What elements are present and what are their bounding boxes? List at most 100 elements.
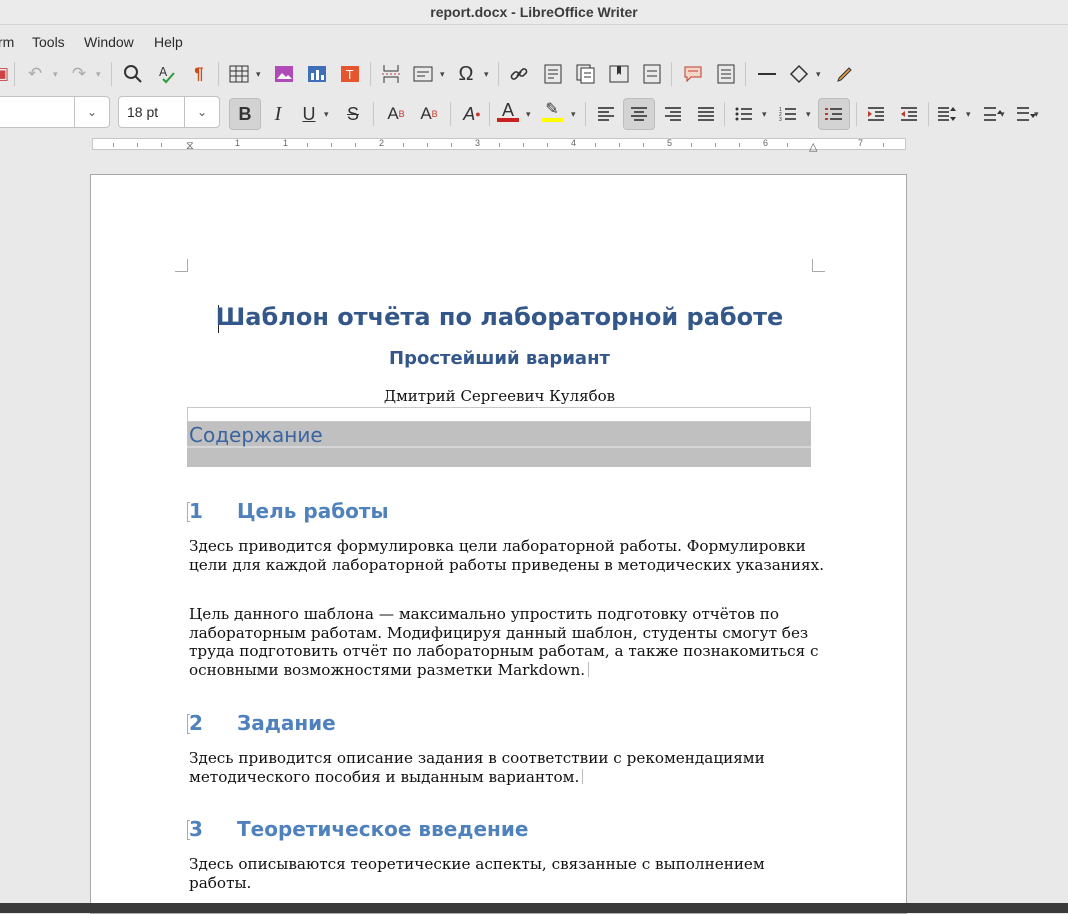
menu-window[interactable]: Window bbox=[84, 34, 134, 50]
font-color-dropdown-icon[interactable]: ▾ bbox=[526, 109, 531, 120]
spacing-below-dropdown-icon[interactable]: ▾ bbox=[1034, 109, 1039, 120]
ruler-right-indent-marker[interactable]: △ bbox=[809, 140, 817, 153]
underline-dropdown-icon[interactable]: ▾ bbox=[324, 109, 329, 120]
font-size-combo[interactable]: 18 pt ⌄ bbox=[118, 96, 220, 128]
justify-icon[interactable] bbox=[693, 101, 719, 127]
ruler-indent-marker[interactable]: ⧖ bbox=[186, 140, 194, 153]
font-color-icon[interactable]: A bbox=[495, 99, 521, 125]
unordered-list-icon[interactable] bbox=[731, 101, 757, 127]
ruler-number: 1 bbox=[283, 138, 289, 148]
section-number: 1 bbox=[189, 499, 203, 523]
ruler-number: 1 bbox=[235, 138, 241, 148]
hyperlink-icon[interactable] bbox=[506, 61, 532, 87]
line-spacing-icon[interactable] bbox=[934, 101, 960, 127]
font-size-value: 18 pt bbox=[127, 104, 159, 120]
ruler-number: 6 bbox=[763, 138, 769, 148]
redo-dropdown-icon[interactable]: ▾ bbox=[96, 69, 101, 80]
align-right-icon[interactable] bbox=[660, 101, 686, 127]
menu-tools[interactable]: Tools bbox=[32, 34, 65, 50]
paragraph-text: Цель данного шаблона — максимально упрос… bbox=[189, 605, 819, 679]
insert-line-icon[interactable] bbox=[754, 61, 780, 87]
align-center-icon[interactable] bbox=[623, 98, 655, 130]
find-replace-icon[interactable] bbox=[120, 61, 146, 87]
special-character-icon[interactable]: Ω bbox=[453, 61, 479, 87]
insert-image-icon[interactable] bbox=[271, 61, 297, 87]
page-break-icon[interactable] bbox=[378, 61, 404, 87]
insert-table-icon[interactable] bbox=[226, 61, 252, 87]
draw-functions-icon[interactable] bbox=[831, 61, 857, 87]
comment-icon[interactable] bbox=[680, 61, 706, 87]
subscript-icon[interactable]: AB bbox=[416, 101, 442, 127]
unordered-list-dropdown-icon[interactable]: ▾ bbox=[762, 109, 767, 120]
body-paragraph[interactable]: Здесь приводится формулировка цели лабор… bbox=[189, 537, 829, 574]
window-title: report.docx - LibreOffice Writer bbox=[0, 0, 1068, 25]
ruler-number: 7 bbox=[858, 138, 864, 148]
highlight-icon[interactable]: ✎ bbox=[539, 99, 565, 125]
align-left-icon[interactable] bbox=[593, 101, 619, 127]
document-title[interactable]: Шаблон отчёта по лабораторной работе bbox=[91, 303, 908, 331]
shapes-dropdown-icon[interactable]: ▾ bbox=[816, 69, 821, 80]
ruler-number: 2 bbox=[379, 138, 385, 148]
section-title: Задание bbox=[237, 711, 336, 735]
highlight-dropdown-icon[interactable]: ▾ bbox=[571, 109, 576, 120]
outline-list-icon[interactable] bbox=[818, 98, 850, 130]
page-corner-mark bbox=[175, 259, 188, 272]
special-character-dropdown-icon[interactable]: ▾ bbox=[484, 69, 489, 80]
ordered-list-dropdown-icon[interactable]: ▾ bbox=[806, 109, 811, 120]
toc-title[interactable]: Содержание bbox=[189, 423, 323, 447]
body-paragraph[interactable]: Здесь приводится описание задания в соот… bbox=[189, 749, 829, 786]
menu-form[interactable]: rm bbox=[0, 34, 14, 50]
standard-toolbar: ▣ ↶ ▾ ↷ ▾ A ¶ ▾ T ▾ Ω ▾ ▾ bbox=[0, 58, 1068, 90]
document-subtitle[interactable]: Простейший вариант bbox=[91, 348, 908, 369]
section-title: Цель работы bbox=[237, 499, 389, 523]
body-paragraph[interactable]: Цель данного шаблона — максимально упрос… bbox=[189, 605, 829, 679]
footnote-icon[interactable] bbox=[540, 61, 566, 87]
italic-icon[interactable]: I bbox=[265, 101, 291, 127]
undo-icon[interactable]: ↶ bbox=[22, 61, 48, 87]
insert-textbox-icon[interactable]: T bbox=[337, 61, 363, 87]
superscript-icon[interactable]: AB bbox=[383, 101, 409, 127]
decrease-indent-icon[interactable] bbox=[896, 101, 922, 127]
cross-reference-icon[interactable] bbox=[639, 61, 665, 87]
insert-field-icon[interactable] bbox=[410, 61, 436, 87]
horizontal-ruler[interactable]: ⧖ 1 1 2 3 4 5 6 △ 7 bbox=[92, 138, 906, 153]
undo-dropdown-icon[interactable]: ▾ bbox=[53, 69, 58, 80]
bold-icon[interactable]: B bbox=[229, 98, 261, 130]
left-edge-icon[interactable]: ▣ bbox=[0, 61, 14, 87]
ruler-number: 3 bbox=[475, 138, 481, 148]
insert-chart-icon[interactable] bbox=[304, 61, 330, 87]
spacing-above-dropdown-icon[interactable]: ▾ bbox=[1000, 109, 1005, 120]
bookmark-icon[interactable] bbox=[606, 61, 632, 87]
field-dropdown-icon[interactable]: ▾ bbox=[440, 69, 445, 80]
chevron-down-icon[interactable]: ⌄ bbox=[74, 97, 109, 127]
svg-text:A: A bbox=[159, 65, 168, 79]
increase-indent-icon[interactable] bbox=[863, 101, 889, 127]
basic-shapes-icon[interactable] bbox=[786, 61, 812, 87]
line-spacing-dropdown-icon[interactable]: ▾ bbox=[966, 109, 971, 120]
paragraph-text: Здесь приводится описание задания в соот… bbox=[189, 749, 765, 786]
paragraph-style-combo[interactable]: ⌄ bbox=[0, 96, 110, 128]
document-page[interactable]: Шаблон отчёта по лабораторной работе Про… bbox=[90, 174, 907, 914]
svg-text:3: 3 bbox=[779, 117, 782, 122]
formatting-marks-icon[interactable]: ¶ bbox=[186, 61, 212, 87]
strikethrough-icon[interactable]: S bbox=[340, 101, 366, 127]
table-dropdown-icon[interactable]: ▾ bbox=[256, 69, 261, 80]
section-number: 2 bbox=[189, 711, 203, 735]
chevron-down-icon[interactable]: ⌄ bbox=[184, 97, 219, 127]
ruler-number: 5 bbox=[667, 138, 673, 148]
toc-frame bbox=[187, 407, 811, 422]
document-author[interactable]: Дмитрий Сергеевич Кулябов bbox=[91, 387, 908, 405]
spellcheck-icon[interactable]: A bbox=[154, 61, 180, 87]
ordered-list-icon[interactable]: 123 bbox=[775, 101, 801, 127]
ruler-number: 4 bbox=[571, 138, 577, 148]
underline-icon[interactable]: U bbox=[296, 101, 322, 127]
page-corner-mark bbox=[812, 259, 825, 272]
clear-formatting-icon[interactable]: A ● bbox=[459, 101, 485, 127]
menu-help[interactable]: Help bbox=[154, 34, 183, 50]
body-paragraph[interactable]: Здесь описываются теоретические аспекты,… bbox=[189, 855, 829, 892]
redo-icon[interactable]: ↷ bbox=[66, 61, 92, 87]
endnote-icon[interactable] bbox=[573, 61, 599, 87]
track-changes-icon[interactable] bbox=[713, 61, 739, 87]
svg-text:T: T bbox=[345, 68, 354, 82]
section-number: 3 bbox=[189, 817, 203, 841]
